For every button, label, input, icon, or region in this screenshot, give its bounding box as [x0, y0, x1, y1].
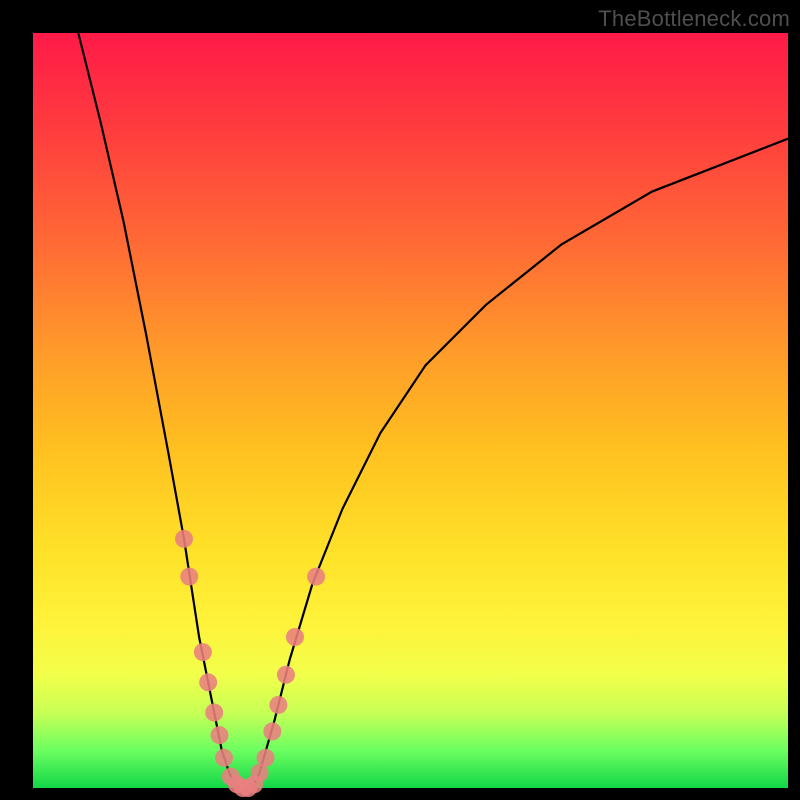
sample-marker — [199, 673, 217, 691]
sample-marker — [307, 568, 325, 586]
chart-frame: TheBottleneck.com — [0, 0, 800, 800]
sample-marker — [194, 643, 212, 661]
sample-marker — [257, 749, 275, 767]
sample-marker — [263, 722, 281, 740]
sample-marker — [180, 568, 198, 586]
sample-marker — [286, 628, 304, 646]
sample-marker — [215, 749, 233, 767]
sample-marker — [277, 666, 295, 684]
curve-layer — [78, 33, 788, 788]
watermark-text: TheBottleneck.com — [598, 6, 790, 32]
chart-svg — [33, 33, 788, 788]
sample-marker — [210, 726, 228, 744]
marker-layer — [175, 530, 325, 797]
sample-marker — [175, 530, 193, 548]
sample-marker — [269, 696, 287, 714]
sample-marker — [205, 704, 223, 722]
bottleneck-curve — [78, 33, 788, 788]
